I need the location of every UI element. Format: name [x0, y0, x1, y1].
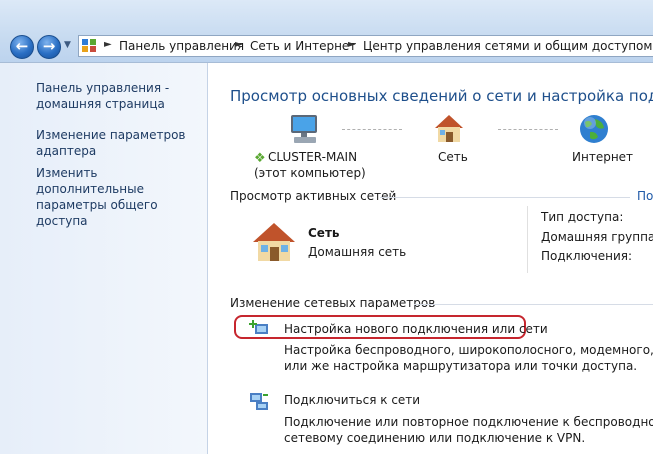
connection-line: [342, 129, 402, 130]
change-settings-title: Изменение сетевых параметров: [230, 296, 436, 310]
main-content: Просмотр основных сведений о сети и наст…: [208, 63, 653, 454]
connect-desc-line2: сетевому соединению или подключение к VP…: [284, 431, 586, 445]
connect-network-icon: [250, 393, 268, 410]
connection-line: [498, 129, 558, 130]
change-adapter-settings-link[interactable]: Изменение параметров адаптера: [36, 127, 201, 159]
connections-label: Подключения:: [541, 249, 633, 263]
section-divider: [414, 304, 653, 305]
computer-name: CLUSTER-MAIN: [268, 150, 358, 164]
connect-to-network-link[interactable]: Подключиться к сети: [284, 392, 420, 408]
house-icon: [253, 223, 295, 261]
forward-arrow-icon[interactable]: →: [37, 35, 61, 59]
address-bar[interactable]: ► Панель управления ► Сеть и Интернет ► …: [78, 35, 653, 57]
properties-divider: [527, 206, 528, 273]
control-panel-icon: [82, 39, 97, 53]
breadcrumb-separator-icon: ►: [235, 39, 243, 50]
section-divider: [380, 197, 630, 198]
control-panel-home-link[interactable]: Панель управления - домашняя страница: [36, 80, 201, 112]
new-connection-desc-line2: или же настройка маршрутизатора или точк…: [284, 359, 638, 373]
house-icon[interactable]: [432, 113, 466, 145]
access-type-label: Тип доступа:: [541, 210, 624, 224]
new-connection-icon: [249, 320, 268, 334]
breadcrumb-network-center[interactable]: Центр управления сетями и общим доступом: [363, 39, 652, 53]
breadcrumb-separator-icon: ►: [104, 39, 112, 50]
connect-desc-line1: Подключение или повторное подключение к …: [284, 415, 653, 429]
active-network-name: Сеть: [308, 226, 340, 240]
network-type-link[interactable]: Домашняя сеть: [308, 245, 406, 259]
advanced-sharing-settings-link[interactable]: Изменить дополнительные параметры общего…: [36, 165, 201, 229]
network-label: Сеть: [438, 150, 468, 164]
breadcrumb-network-internet[interactable]: Сеть и Интернет: [250, 39, 356, 53]
view-full-map-link[interactable]: По: [637, 189, 653, 203]
history-dropdown-icon[interactable]: ▼: [64, 40, 71, 50]
computer-icon[interactable]: [288, 113, 322, 145]
globe-icon[interactable]: [578, 113, 610, 145]
left-navigation-pane: Панель управления - домашняя страница Из…: [0, 63, 208, 454]
homegroup-label: Домашняя группа:: [541, 230, 653, 244]
navigation-bar: ← → ▼ ► Панель управления ► Сеть и Интер…: [0, 0, 653, 63]
network-status-icon: ❖: [254, 151, 266, 166]
new-connection-desc-line1: Настройка беспроводного, широкополосного…: [284, 343, 653, 357]
computer-note: (этот компьютер): [254, 166, 366, 180]
new-connection-link[interactable]: Настройка нового подключения или сети: [284, 321, 548, 337]
breadcrumb-control-panel[interactable]: Панель управления: [119, 39, 244, 53]
page-heading: Просмотр основных сведений о сети и наст…: [230, 87, 653, 105]
back-arrow-icon[interactable]: ←: [10, 35, 34, 59]
active-networks-title: Просмотр активных сетей: [230, 189, 397, 203]
internet-label: Интернет: [572, 150, 634, 164]
breadcrumb-separator-icon: ►: [348, 39, 356, 50]
